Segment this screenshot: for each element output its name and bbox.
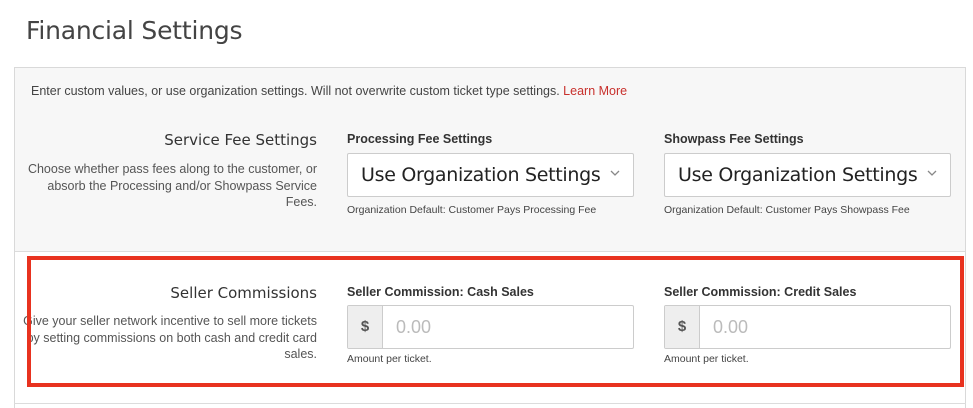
dollar-addon: $ [665,306,700,348]
financial-settings-panel: Enter custom values, or use organization… [14,67,966,408]
credit-sales-help: Amount per ticket. [664,353,749,365]
showpass-fee-help: Organization Default: Customer Pays Show… [664,204,910,216]
showpass-fee-select[interactable]: Use Organization Settings [664,153,951,197]
intro-message: Enter custom values, or use organization… [31,84,564,98]
processing-fee-select[interactable]: Use Organization Settings [347,153,634,197]
cash-sales-field: $ [347,305,634,349]
processing-fee-value: Use Organization Settings [361,164,601,186]
cash-sales-input[interactable] [384,306,633,348]
seller-commissions-section: Seller Commissions Give your seller netw… [15,252,965,408]
showpass-fee-label: Showpass Fee Settings [664,132,804,146]
credit-sales-field: $ [664,305,951,349]
learn-more-link[interactable]: Learn More [563,84,627,98]
cash-sales-help: Amount per ticket. [347,353,432,365]
chevron-down-icon [610,170,620,176]
chevron-down-icon [927,170,937,176]
service-fee-description: Choose whether pass fees along to the cu… [27,162,317,209]
credit-sales-label: Seller Commission: Credit Sales [664,285,857,299]
dollar-addon: $ [348,306,383,348]
credit-sales-input[interactable] [701,306,950,348]
intro-text: Enter custom values, or use organization… [31,84,627,98]
bottom-divider [14,403,966,404]
showpass-fee-value: Use Organization Settings [678,164,918,186]
cash-sales-label: Seller Commission: Cash Sales [347,285,534,299]
seller-commissions-title: Seller Commissions [170,284,317,302]
seller-commissions-description: Give your seller network incentive to se… [23,314,317,361]
page-title: Financial Settings [26,16,243,45]
processing-fee-help: Organization Default: Customer Pays Proc… [347,204,597,216]
service-fee-title: Service Fee Settings [164,131,317,149]
processing-fee-label: Processing Fee Settings [347,132,493,146]
